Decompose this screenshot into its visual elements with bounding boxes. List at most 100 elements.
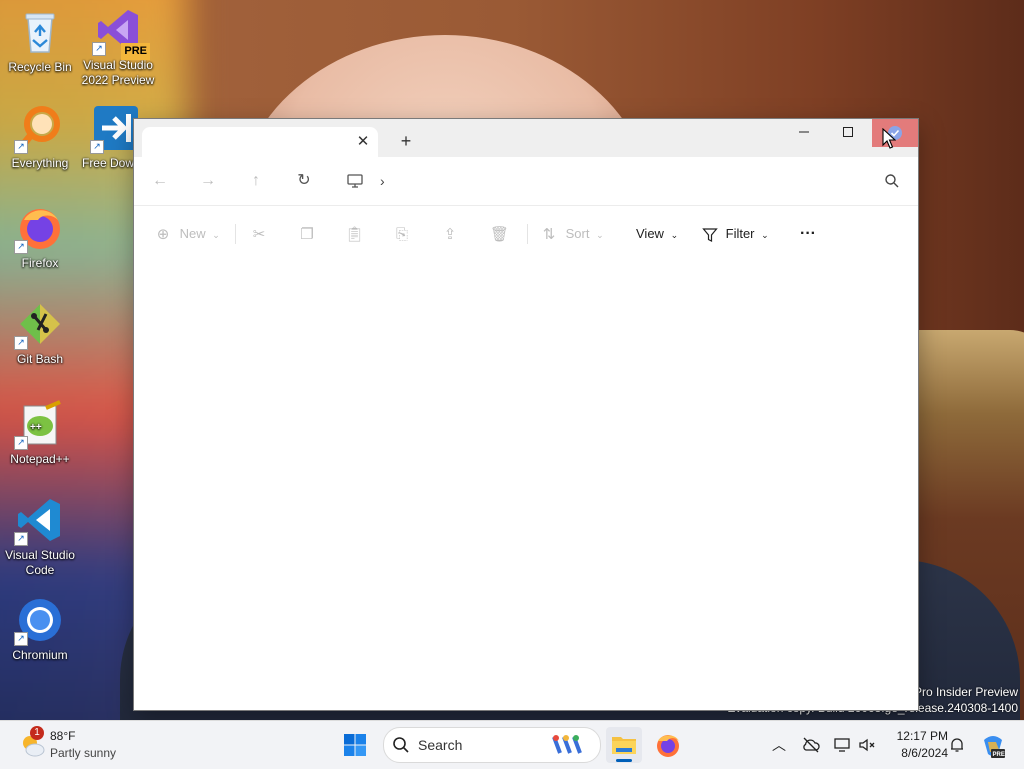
desktop-icon-label: Recycle Bin — [8, 60, 72, 74]
recycle-bin-icon — [16, 8, 64, 56]
network-icon — [834, 738, 850, 752]
back-button[interactable]: ← — [148, 169, 172, 193]
new-plus-icon: ⊕ — [156, 225, 170, 243]
refresh-button[interactable]: ↻ — [292, 169, 316, 193]
desktop-icon-label: Firefox — [21, 256, 59, 270]
desktop-icon-notepad-plus-plus[interactable]: ++ ↗ Notepad++ — [0, 400, 80, 467]
desktop-icon-label: Notepad++ — [10, 452, 70, 466]
visual-studio-icon: ↗ PRE — [92, 6, 150, 60]
up-button[interactable]: ↑ — [244, 169, 268, 193]
chevron-down-icon: ⌄ — [596, 229, 604, 240]
share-button[interactable]: ⇪ — [441, 223, 459, 245]
filter-button[interactable]: Filter ⌄ — [702, 223, 769, 245]
notification-badge: 1 — [30, 726, 44, 740]
tab-close-button[interactable]: ✕ — [354, 133, 372, 151]
volume-muted-icon — [859, 738, 875, 752]
weather-condition: Partly sunny — [50, 746, 117, 760]
free-download-manager-icon: ↗ — [90, 104, 140, 154]
clock-time: 12:17 PM — [896, 729, 948, 743]
this-pc-icon[interactable] — [346, 169, 366, 193]
desktop-icon-firefox[interactable]: ↗ Firefox — [0, 204, 80, 271]
copy-button[interactable]: ❐ — [298, 223, 316, 245]
share-icon: ⇪ — [443, 225, 457, 243]
view-label: View — [636, 226, 664, 241]
cloud-offline-icon — [803, 737, 820, 753]
start-button[interactable] — [343, 733, 367, 757]
taskbar-file-explorer[interactable] — [606, 727, 642, 763]
filter-icon — [702, 227, 718, 242]
taskbar: 1 88°F Partly sunny Search ︿ 12:17 PM 8/… — [0, 720, 1024, 769]
copilot-button[interactable]: PRE — [980, 734, 1006, 758]
mouse-cursor-icon — [882, 128, 896, 149]
desktop-icon-git-bash[interactable]: ↗ Git Bash — [0, 300, 80, 367]
weather-temperature: 88°F — [50, 729, 76, 743]
new-tab-button[interactable]: + — [396, 131, 416, 151]
search-box[interactable] — [646, 165, 908, 197]
chevron-down-icon: ⌄ — [212, 229, 220, 240]
sort-icon: ⇅ — [542, 225, 556, 243]
watermark-edition: Pro Insider Preview — [913, 685, 1018, 699]
desktop-icon-label: Everything — [11, 156, 69, 170]
taskbar-search[interactable]: Search — [383, 727, 601, 763]
new-button[interactable]: ⊕ New ⌄ — [154, 223, 220, 245]
refresh-icon: ↻ — [297, 172, 311, 189]
search-highlight-icon — [552, 735, 582, 754]
desktop-icon-recycle-bin[interactable]: Recycle Bin — [0, 8, 80, 75]
chevron-up-icon: ︿ — [772, 737, 786, 753]
tray-volume[interactable] — [856, 734, 878, 756]
folder-icon — [612, 737, 636, 754]
firefox-icon — [657, 735, 679, 757]
copilot-icon: PRE — [984, 736, 1005, 758]
paste-icon: 📋︎ — [345, 225, 365, 243]
shortcut-arrow-icon: ↗ — [90, 140, 104, 154]
git-bash-icon: ↗ — [14, 300, 64, 350]
rename-button[interactable]: ⎘ — [393, 223, 411, 245]
desktop-icon-everything[interactable]: ↗ Everything — [0, 104, 80, 171]
filter-label: Filter — [725, 226, 755, 241]
forward-button[interactable]: → — [196, 169, 220, 193]
tray-onedrive[interactable] — [800, 734, 822, 756]
desktop-icon-visual-studio[interactable]: ↗ PRE Visual Studio 2022 Preview — [78, 6, 158, 88]
shortcut-arrow-icon: ↗ — [14, 436, 28, 450]
preview-badge: PRE — [121, 43, 150, 60]
trash-icon: 🗑︎ — [490, 225, 510, 243]
show-hidden-icons-button[interactable]: ︿ — [768, 734, 790, 756]
everything-search-icon: ↗ — [14, 104, 64, 154]
maximize-icon — [843, 127, 853, 137]
breadcrumb-chevron-icon[interactable]: › — [380, 169, 385, 193]
active-indicator — [616, 759, 632, 762]
chromium-icon: ↗ — [14, 596, 64, 646]
system-clock[interactable]: 12:17 PM 8/6/2024 — [884, 728, 948, 762]
cut-button[interactable]: ✂ — [250, 223, 268, 245]
title-bar[interactable]: ✕ + — [134, 119, 918, 157]
tray-network[interactable] — [832, 734, 854, 756]
notifications-button[interactable] — [946, 734, 968, 756]
minimize-button[interactable] — [782, 119, 826, 147]
navigation-bar: ← → ↑ ↻ › — [134, 157, 918, 205]
svg-text:PRE: PRE — [993, 752, 1005, 758]
shortcut-arrow-icon: ↗ — [92, 42, 106, 56]
desktop-icon-chromium[interactable]: ↗ Chromium — [0, 596, 80, 663]
maximize-button[interactable] — [826, 119, 870, 147]
shortcut-arrow-icon: ↗ — [14, 336, 28, 350]
desktop-icon-label: Visual Studio Code — [5, 548, 75, 577]
view-button[interactable]: View ⌄ — [636, 223, 678, 245]
shortcut-arrow-icon: ↗ — [14, 532, 28, 546]
rename-icon: ⎘ — [395, 225, 408, 243]
paste-button[interactable]: 📋︎ — [345, 223, 365, 245]
up-arrow-icon: ↑ — [252, 172, 260, 189]
more-options-button[interactable]: ··· — [800, 223, 816, 245]
bell-icon — [951, 738, 963, 752]
sort-button[interactable]: ⇅ Sort ⌄ — [540, 223, 604, 245]
copy-icon: ❐ — [300, 225, 314, 243]
shortcut-arrow-icon: ↗ — [14, 240, 28, 254]
taskbar-firefox[interactable] — [650, 727, 686, 763]
scissors-icon: ✂ — [252, 225, 266, 243]
file-list-area[interactable] — [134, 261, 918, 710]
tab-current[interactable]: ✕ — [142, 127, 378, 157]
weather-widget[interactable]: 1 88°F Partly sunny — [14, 726, 154, 763]
vscode-icon: ↗ — [14, 496, 64, 546]
desktop-icon-vscode[interactable]: ↗ Visual Studio Code — [0, 496, 80, 578]
taskbar-search-label: Search — [418, 737, 463, 753]
delete-button[interactable]: 🗑︎ — [490, 223, 510, 245]
